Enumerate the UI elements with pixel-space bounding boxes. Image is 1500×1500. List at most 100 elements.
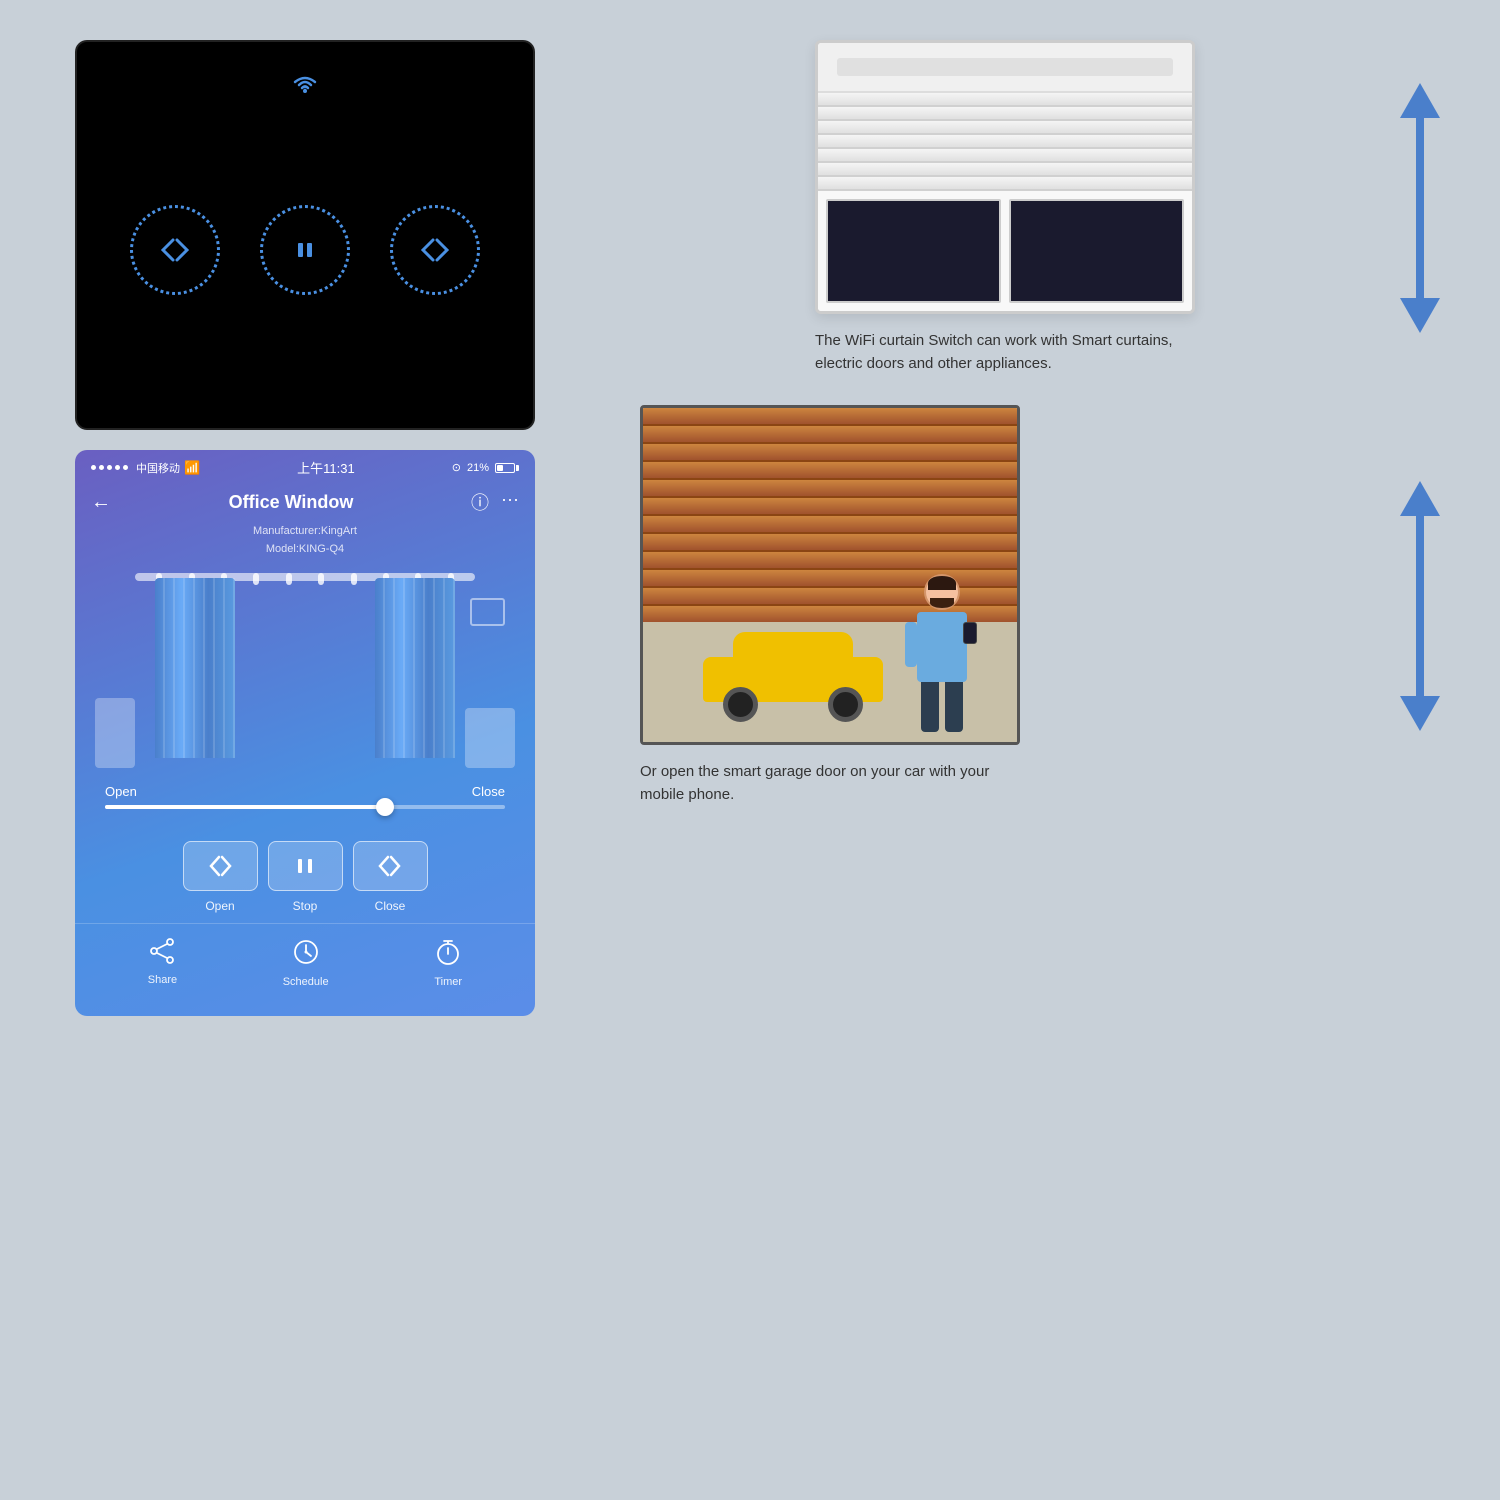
shutter-slat [818,149,1192,163]
shutter-slat [818,93,1192,107]
nav-schedule[interactable]: Schedule [283,938,329,988]
nav-icons: ⓘ ··· [471,489,519,515]
curtain-slider[interactable] [105,805,505,809]
person-hair [928,576,956,590]
person-leg-right [945,682,963,732]
garage-arrow-down-icon [1400,696,1440,731]
person [917,574,967,732]
arrow-up-icon [1400,83,1440,118]
close-label: Close [472,784,505,799]
garage-illustration: Or open the smart garage door on your ca… [640,405,1370,806]
slider-thumb[interactable] [376,798,394,816]
shutter-header [818,43,1192,93]
furniture-table [465,708,515,768]
open-label: Open [105,784,137,799]
person-legs [921,682,963,732]
timer-icon [434,938,462,972]
person-arm [905,622,917,667]
garage-slat [643,516,1017,534]
slider-labels: Open Close [105,784,505,799]
curtain-scene [75,568,535,768]
wifi-icon [291,72,319,100]
battery-percent: 21% [467,462,489,474]
back-button[interactable]: ← [91,491,111,514]
panel-open-button[interactable] [130,205,220,295]
open-btn-label: Open [183,899,258,913]
action-btn-labels: Open Stop Close [75,899,535,913]
car [703,652,883,722]
shutter-slat [818,177,1192,191]
model-label: Model:KING-Q4 [75,541,535,559]
garage-slat [643,552,1017,570]
nav-timer[interactable]: Timer [434,938,462,988]
panel-stop-button[interactable] [260,205,350,295]
phone-app: 中国移动 📶 上午11:31 ⊙ 21% ← Office Window ⓘ ·… [75,450,535,1016]
switch-panel [75,40,535,430]
left-column: 中国移动 📶 上午11:31 ⊙ 21% ← Office Window ⓘ ·… [75,40,535,1016]
info-button[interactable]: ⓘ [471,489,489,515]
share-label: Share [148,974,177,986]
window-title: Office Window [111,492,471,513]
shutter-frame [815,40,1195,314]
shutter-illustration: The WiFi curtain Switch can work with Sm… [640,40,1370,375]
garage-slat [643,444,1017,462]
location-icon: ⊙ [452,461,461,474]
battery-icon [495,463,519,473]
manufacturer-label: Manufacturer:KingArt [75,523,535,541]
action-buttons-row [75,825,535,899]
manufacturer-info: Manufacturer:KingArt Model:KING-Q4 [75,523,535,558]
curtain-right [375,578,455,758]
garage-arrows [1400,481,1440,731]
garage-slat [643,480,1017,498]
garage-section: Or open the smart garage door on your ca… [640,405,1440,806]
stop-button[interactable] [268,841,343,891]
control-buttons-row [130,205,480,295]
garage-slat [643,408,1017,426]
open-button[interactable] [183,841,258,891]
furniture-plant [95,698,135,768]
close-button[interactable] [353,841,428,891]
timer-label: Timer [434,976,462,988]
shutter-caption: The WiFi curtain Switch can work with Sm… [815,330,1195,375]
nav-share[interactable]: Share [148,938,177,988]
window-pane-right [1009,199,1184,303]
shutter-slat [818,163,1192,177]
person-body [917,612,967,682]
schedule-label: Schedule [283,976,329,988]
car-wheel-right [828,687,863,722]
share-icon [148,938,176,970]
window-pane-left [826,199,1001,303]
signal-dots [91,465,128,470]
status-left: 中国移动 📶 [91,460,200,476]
garage-arrow-up-icon [1400,481,1440,516]
person-beard [930,598,954,608]
status-right: ⊙ 21% [452,461,519,474]
right-column: The WiFi curtain Switch can work with Sm… [640,40,1440,806]
shutter-arrows [1400,83,1440,333]
person-leg-left [921,682,939,732]
nav-bar: ← Office Window ⓘ ··· [75,485,535,523]
shutter-section: The WiFi curtain Switch can work with Sm… [640,40,1440,375]
picture-frame [470,598,505,626]
panel-close-button[interactable] [390,205,480,295]
schedule-icon [292,938,320,972]
garage-arrow-shaft [1416,516,1424,696]
status-time: 上午11:31 [297,458,355,477]
more-button[interactable]: ··· [501,489,519,515]
close-btn-label: Close [353,899,428,913]
status-bar: 中国移动 📶 上午11:31 ⊙ 21% [75,450,535,485]
curtain-left [155,578,235,758]
person-head [924,574,960,610]
window-open-area [818,191,1192,311]
shutter-header-bar [837,58,1174,76]
garage-slat [643,462,1017,480]
arrow-down-icon [1400,298,1440,333]
garage-slat [643,534,1017,552]
garage-slat [643,498,1017,516]
shutter-slat [818,135,1192,149]
slider-fill [105,805,385,809]
bottom-nav: Share Schedule [75,923,535,996]
shutter-slat [818,121,1192,135]
car-wheel-left [723,687,758,722]
shutter-slats [818,93,1192,191]
